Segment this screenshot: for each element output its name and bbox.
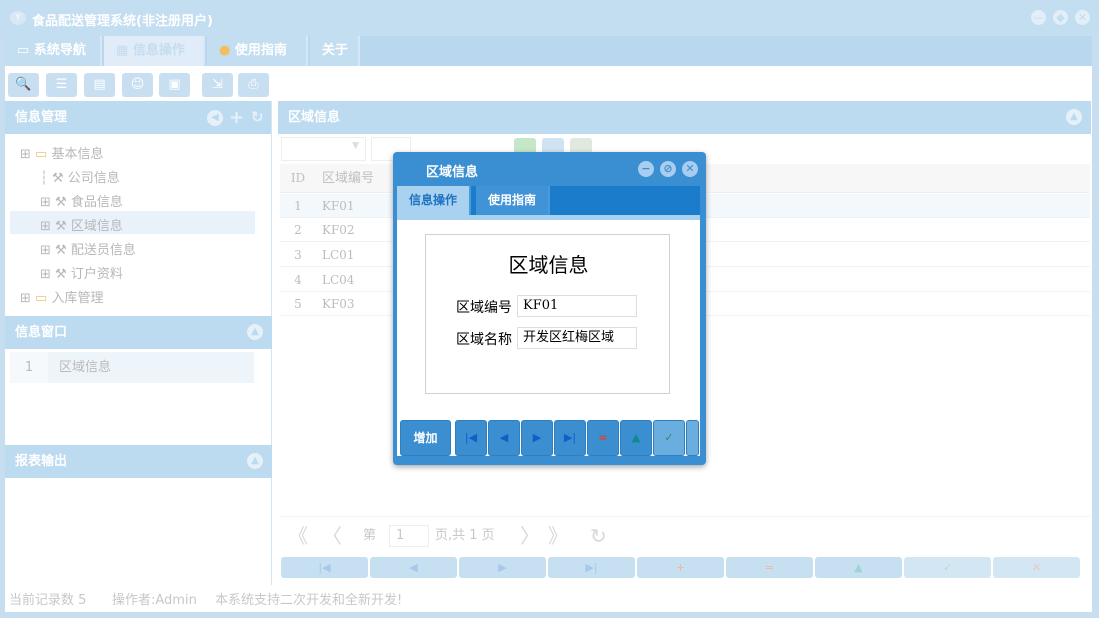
add-button[interactable]: 增加 bbox=[400, 420, 451, 456]
prev-page-button[interactable]: 〈 bbox=[322, 517, 342, 555]
tree-item-selected[interactable]: ⊞ ⚒ 区域信息 bbox=[40, 215, 123, 234]
tab-about[interactable]: 关于 bbox=[310, 36, 360, 66]
window-title: 食品配送管理系统(非注册用户) bbox=[32, 14, 213, 29]
close-icon[interactable]: ✕ bbox=[682, 161, 698, 177]
cancel-button[interactable] bbox=[686, 420, 699, 456]
close-icon[interactable]: ✕ bbox=[1075, 10, 1090, 25]
status-note: 本系统支持二次开发和全新开发! bbox=[215, 593, 403, 608]
region-panel-header: 区域信息 ▲ bbox=[278, 101, 1091, 134]
last-record-button[interactable]: ▶| bbox=[548, 557, 635, 578]
form-box: 区域信息 区域编号 KF01 区域名称 开发区红梅区域 bbox=[425, 234, 670, 394]
cancel-button[interactable]: ✕ bbox=[993, 557, 1080, 578]
record-count: 当前记录数 5 bbox=[9, 593, 87, 608]
app-logo-icon: Y bbox=[10, 11, 26, 25]
tab-guide[interactable]: ● 使用指南 bbox=[207, 36, 308, 66]
collapse-left-icon[interactable]: ◀ bbox=[207, 110, 223, 126]
document-icon[interactable]: ▤ bbox=[84, 73, 115, 97]
region-name-label: 区域名称 bbox=[456, 332, 512, 348]
collapse-icon[interactable]: ▲ bbox=[247, 324, 263, 340]
maximize-icon[interactable]: ⊘ bbox=[660, 161, 676, 177]
edit-button[interactable]: ▲ bbox=[620, 420, 652, 456]
first-record-button[interactable]: |◀ bbox=[455, 420, 487, 456]
tree-item[interactable]: ⊞ ▭ 入库管理 bbox=[20, 287, 103, 306]
minimize-icon[interactable]: — bbox=[1031, 10, 1046, 25]
prev-record-button[interactable]: ◀ bbox=[370, 557, 457, 578]
add-icon[interactable]: + bbox=[229, 101, 244, 134]
region-dialog: 区域信息 − ⊘ ✕ 信息操作 使用指南 区域信息 区域编号 KF01 区域名称… bbox=[393, 152, 706, 465]
list-item[interactable]: 1 区域信息 bbox=[10, 352, 254, 383]
page-input[interactable]: 1 bbox=[389, 525, 429, 547]
search-icon[interactable]: 🔍 bbox=[8, 73, 39, 97]
minimize-icon[interactable]: − bbox=[638, 161, 654, 177]
dialog-tabs: 信息操作 使用指南 bbox=[397, 186, 700, 215]
first-page-button[interactable]: 《 bbox=[288, 517, 308, 555]
maximize-icon[interactable]: ◆ bbox=[1053, 10, 1068, 25]
monitor-icon: ▭ bbox=[17, 43, 34, 58]
report-header: 报表输出 ▲ bbox=[5, 445, 272, 478]
help-icon: ● bbox=[219, 43, 235, 58]
print-icon[interactable]: ⎙ bbox=[238, 73, 269, 97]
last-record-button[interactable]: ▶| bbox=[554, 420, 586, 456]
filter-select[interactable]: ▼ bbox=[281, 137, 366, 161]
dialog-tab-info-ops[interactable]: 信息操作 bbox=[397, 186, 472, 215]
tree-item[interactable]: ┆ ⚒ 公司信息 bbox=[40, 167, 120, 186]
delete-button[interactable]: = bbox=[726, 557, 813, 578]
region-code-label: 区域编号 bbox=[456, 300, 512, 316]
list-icon[interactable]: ☰ bbox=[46, 73, 77, 97]
dialog-title: 区域信息 bbox=[426, 165, 479, 180]
refresh-icon[interactable]: ↻ bbox=[251, 101, 264, 134]
operator: 操作者:Admin bbox=[112, 593, 197, 608]
form-title: 区域信息 bbox=[508, 253, 589, 277]
tab-info-ops[interactable]: ▦ 信息操作 bbox=[104, 36, 205, 66]
main-tabs: ▭ 系统导航 ▦ 信息操作 ● 使用指南 关于 bbox=[5, 36, 1092, 66]
first-record-button[interactable]: |◀ bbox=[281, 557, 368, 578]
edit-button[interactable]: ▲ bbox=[815, 557, 902, 578]
next-page-button[interactable]: 〉 bbox=[520, 517, 540, 555]
region-code-input[interactable]: KF01 bbox=[517, 295, 637, 317]
dialog-tab-guide[interactable]: 使用指南 bbox=[476, 186, 551, 215]
collapse-icon[interactable]: ▲ bbox=[1066, 109, 1082, 125]
info-window-header: 信息窗口 ▲ bbox=[5, 316, 272, 349]
add-button[interactable]: + bbox=[637, 557, 724, 578]
delete-button[interactable]: = bbox=[587, 420, 619, 456]
title-bar: Y 食品配送管理系统(非注册用户) — ◆ ✕ bbox=[0, 0, 1099, 36]
tree-item[interactable]: ⊞ ⚒ 食品信息 bbox=[40, 191, 123, 210]
user-icon[interactable]: ☺ bbox=[122, 73, 153, 97]
tab-system-nav[interactable]: ▭ 系统导航 bbox=[5, 36, 102, 66]
next-record-button[interactable]: ▶ bbox=[521, 420, 553, 456]
tree-item[interactable]: ⊞ ⚒ 订户资料 bbox=[40, 263, 123, 282]
collapse-icon[interactable]: ▲ bbox=[247, 453, 263, 469]
save-button[interactable]: ✓ bbox=[653, 420, 685, 456]
prev-record-button[interactable]: ◀ bbox=[488, 420, 520, 456]
next-record-button[interactable]: ▶ bbox=[459, 557, 546, 578]
screen-icon[interactable]: ▣ bbox=[159, 73, 190, 97]
info-mgmt-header: 信息管理 ◀ + ↻ bbox=[5, 101, 271, 134]
region-name-input[interactable]: 开发区红梅区域 bbox=[517, 327, 637, 349]
last-page-button[interactable]: 》 bbox=[548, 517, 568, 555]
refresh-button[interactable]: ↻ bbox=[590, 517, 607, 555]
tree-item[interactable]: ⊞ ⚒ 配送员信息 bbox=[40, 239, 136, 258]
pager: 《 〈 第 1 页,共 1 页 〉 》 ↻ bbox=[280, 516, 1090, 554]
export-icon[interactable]: ⇲ bbox=[202, 73, 233, 97]
save-button[interactable]: ✓ bbox=[904, 557, 991, 578]
grid-icon: ▦ bbox=[116, 43, 133, 58]
tree-item[interactable]: ⊞ ▭ 基本信息 bbox=[20, 143, 103, 162]
